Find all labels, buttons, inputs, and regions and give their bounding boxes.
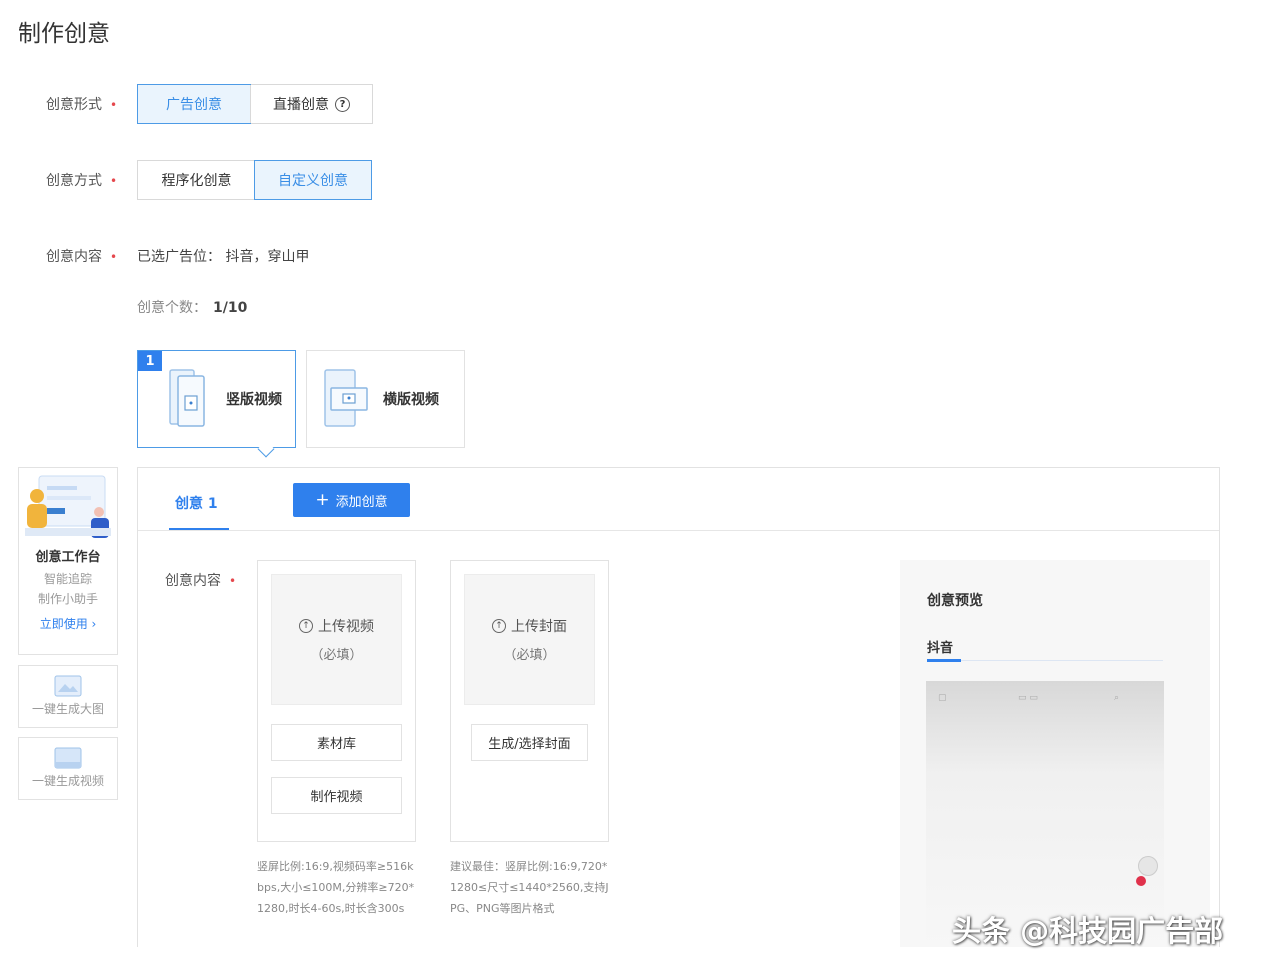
- required-mark: •: [110, 250, 118, 264]
- workbench-line2: 制作小助手: [37, 592, 98, 606]
- required-mark: •: [110, 174, 118, 188]
- make-video-button[interactable]: 制作视频: [271, 777, 402, 814]
- required-mark: •: [229, 574, 237, 588]
- preview-title: 创意预览: [927, 593, 983, 609]
- active-tab-indicator: [169, 528, 229, 530]
- workbench-title: 创意工作台: [35, 550, 101, 565]
- horizontal-video-card[interactable]: 横版视频: [306, 350, 465, 448]
- video-upload-hint: 竖屏比例:16:9,视频码率≥516kbps,大小≤100M,分辨率≥720*1…: [257, 860, 415, 915]
- horizontal-video-icon: [324, 369, 368, 427]
- like-icon: [1136, 876, 1146, 886]
- workbench-illustration: [25, 475, 111, 538]
- upload-cover-area[interactable]: ↑ 上传封面 （必填）: [464, 574, 595, 705]
- creative-workbench-card: 创意工作台 智能追踪 制作小助手 立即使用 ›: [18, 467, 118, 655]
- creative-form-selector: 广告创意 直播创意 ?: [137, 84, 373, 124]
- image-icon: [54, 675, 82, 697]
- horizontal-video-label: 横版视频: [383, 392, 439, 408]
- ad-creative-option[interactable]: 广告创意: [137, 84, 251, 124]
- generate-video-label: 一键生成视频: [31, 774, 104, 788]
- creative-count-label: 创意个数：: [137, 300, 207, 316]
- record-icon: [1138, 856, 1158, 876]
- creative-form-label: 创意形式 •: [46, 94, 117, 114]
- creative-count-value: 1/10: [213, 300, 248, 316]
- phone-status-icon: ▢: [938, 693, 947, 703]
- phone-top-icons: ▭ ▭: [1018, 693, 1038, 703]
- panel-content-label: 创意内容 •: [165, 570, 236, 590]
- active-card-pointer: [257, 440, 275, 458]
- generate-image-tool[interactable]: 一键生成大图: [18, 665, 118, 728]
- vertical-video-card[interactable]: 1 竖版视频: [137, 350, 296, 458]
- add-creative-label: 添加创意: [335, 494, 388, 510]
- upload-cover-required: （必填）: [503, 648, 556, 663]
- tab-creative-1[interactable]: 创意 1: [175, 493, 218, 513]
- live-creative-label: 直播创意: [273, 97, 329, 113]
- creative-form-label-text: 创意形式: [46, 97, 102, 113]
- page-title: 制作创意: [18, 21, 110, 47]
- creative-method-label-text: 创意方式: [46, 173, 102, 189]
- programmatic-creative-option[interactable]: 程序化创意: [138, 161, 255, 199]
- cover-upload-box: ↑ 上传封面 （必填） 生成/选择封面: [450, 560, 609, 842]
- video-upload-box: ↑ 上传视频 （必填） 素材库 制作视频: [257, 560, 416, 842]
- preview-tab-divider: [927, 660, 1163, 661]
- search-icon: ⌕: [1114, 693, 1120, 703]
- upload-cover-label: 上传封面: [511, 619, 567, 635]
- live-creative-option[interactable]: 直播创意 ?: [250, 85, 372, 123]
- generate-video-tool[interactable]: 一键生成视频: [18, 737, 118, 800]
- creative-method-label: 创意方式 •: [46, 170, 117, 190]
- creative-count: 创意个数： 1/10: [137, 297, 247, 317]
- selected-count-badge: 1: [138, 351, 162, 371]
- creative-method-selector: 程序化创意 自定义创意: [137, 160, 372, 200]
- workbench-line1: 智能追踪: [43, 572, 92, 586]
- creative-content-label: 创意内容 •: [46, 246, 117, 266]
- panel-content-label-text: 创意内容: [165, 573, 221, 589]
- generate-image-label: 一键生成大图: [31, 702, 104, 716]
- preview-tab-indicator: [927, 659, 961, 662]
- cover-upload-hint: 建议最佳：竖屏比例:16:9,720*1280≤尺寸≤1440*2560,支持J…: [450, 860, 609, 915]
- material-library-button[interactable]: 素材库: [271, 724, 402, 761]
- upload-video-required: （必填）: [310, 648, 363, 663]
- creative-content-label-text: 创意内容: [46, 249, 102, 265]
- vertical-video-icon: [169, 369, 205, 427]
- required-mark: •: [110, 98, 118, 112]
- upload-icon: ↑: [299, 619, 313, 633]
- selected-placements: 已选广告位： 抖音，穿山甲: [137, 249, 310, 265]
- upload-video-area[interactable]: ↑ 上传视频 （必填）: [271, 574, 402, 705]
- custom-creative-option[interactable]: 自定义创意: [254, 160, 372, 200]
- upload-icon: ↑: [492, 619, 506, 633]
- select-cover-button[interactable]: 生成/选择封面: [471, 724, 588, 761]
- creative-preview: 创意预览 抖音 ▢ ▭ ▭ ⌕: [900, 560, 1210, 947]
- upload-video-label: 上传视频: [318, 619, 374, 635]
- vertical-video-label: 竖版视频: [226, 392, 282, 408]
- help-icon[interactable]: ?: [335, 96, 350, 112]
- use-now-link[interactable]: 立即使用 ›: [19, 615, 117, 632]
- plus-icon: +: [315, 489, 330, 510]
- preview-tab-douyin[interactable]: 抖音: [927, 637, 953, 656]
- watermark: 头条 @科技园广告部: [952, 914, 1224, 948]
- add-creative-button[interactable]: + 添加创意: [293, 483, 410, 517]
- video-icon: [54, 747, 82, 769]
- creative-tab-bar: 创意 1 + 添加创意: [138, 468, 1219, 531]
